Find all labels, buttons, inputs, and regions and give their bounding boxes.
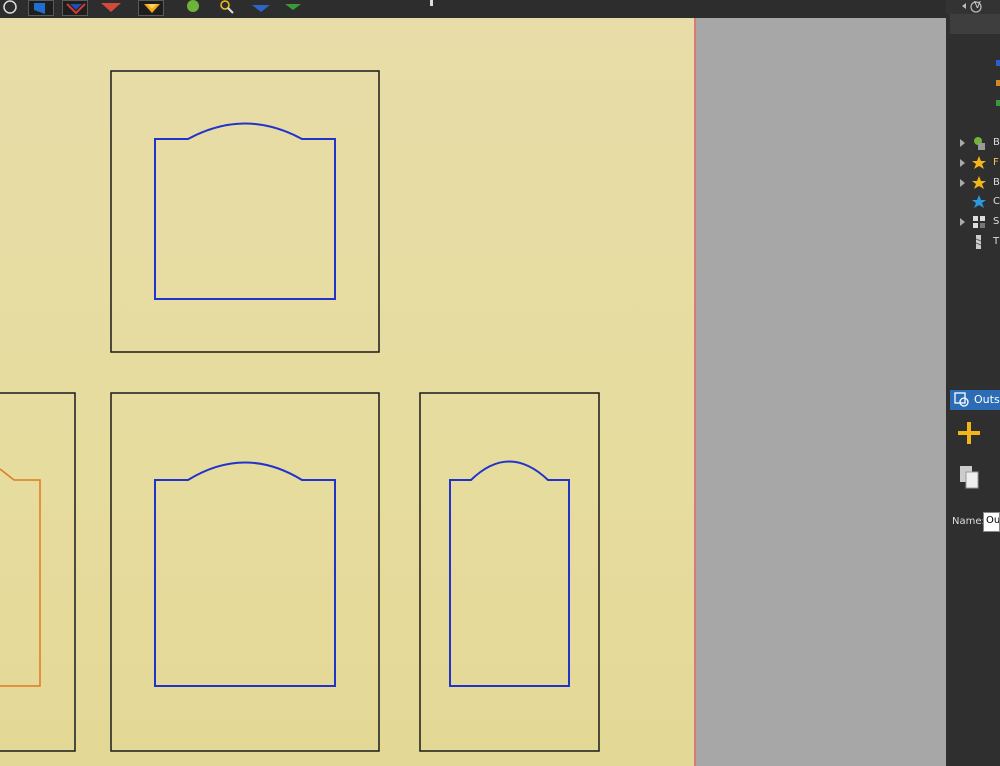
circle-tool-button[interactable] (0, 0, 26, 16)
tree-item-4[interactable]: S (960, 214, 1000, 232)
tree-item-label: T (993, 236, 1000, 247)
cathedral-profile[interactable] (449, 460, 570, 687)
green-dot-icon (187, 0, 199, 12)
red-layer-button[interactable] (98, 0, 124, 16)
add-icon[interactable] (956, 420, 986, 450)
toolbar (0, 0, 946, 18)
outside-tab-label: Outsi (974, 393, 1000, 406)
workspace-background (696, 18, 946, 766)
cathedral-profile[interactable] (154, 461, 336, 687)
tree-item-label: B (993, 177, 1000, 188)
orange-layer-icon (144, 4, 160, 13)
tree-item-label: B (993, 137, 1000, 148)
name-input[interactable]: Ou (983, 512, 1000, 532)
tree-item-2[interactable]: B (960, 175, 1000, 193)
panel-strip (950, 14, 1000, 34)
blue-layer-icon (34, 3, 45, 14)
expand-arrow-icon[interactable] (960, 139, 965, 147)
expand-arrow-icon[interactable] (960, 179, 965, 187)
star-icon (972, 156, 986, 169)
blue-diamond-icon (252, 5, 270, 12)
copy-icon[interactable] (958, 464, 988, 494)
door-panel-outline[interactable] (110, 392, 380, 752)
door-panel-outline[interactable] (110, 70, 380, 353)
orange-layer-button[interactable] (138, 0, 164, 16)
outside-profile-tab[interactable]: Outsi (950, 390, 1000, 410)
tree-item-label: F (993, 157, 999, 168)
tree-item-3[interactable]: C (960, 194, 1000, 212)
green-dot-button[interactable] (182, 0, 208, 16)
star-icon (972, 176, 986, 189)
door-panel-outline[interactable] (419, 392, 600, 752)
green-shape-icon (974, 137, 985, 150)
cursor-marker (430, 0, 433, 6)
selected-profile[interactable] (0, 468, 41, 687)
zoom-search-icon (220, 0, 234, 14)
expand-arrow-icon[interactable] (960, 218, 965, 226)
green-diamond-icon (285, 4, 301, 10)
tree-item-label: C (993, 196, 1000, 207)
green-marker (996, 100, 1000, 106)
blue-star-icon (972, 195, 986, 208)
orange-marker (996, 80, 1000, 86)
profile-toolpath-icon (954, 392, 969, 407)
door-panel-outline[interactable] (0, 392, 76, 752)
red-blue-layer-button[interactable] (62, 0, 88, 16)
tree-item-1[interactable]: F (960, 155, 1000, 173)
green-diamond-button[interactable] (282, 0, 308, 16)
tool-bit-icon (975, 235, 982, 249)
red-layer-icon (101, 3, 121, 12)
blue-layer-button[interactable] (28, 0, 54, 16)
side-panel: V B F B C S T Outsi Name: Ou (946, 0, 1000, 766)
panel-header-label: V (974, 0, 981, 11)
panel-header: V (946, 0, 1000, 14)
red-blue-layer-icon (66, 3, 86, 15)
expand-arrow-icon[interactable] (960, 159, 965, 167)
name-label: Name: (952, 516, 985, 527)
vector-drawing[interactable] (0, 18, 694, 766)
tree-item-0[interactable]: B (960, 135, 1000, 153)
tree-item-5[interactable]: T (960, 234, 1000, 252)
blue-diamond-button[interactable] (248, 0, 274, 16)
blue-marker (996, 60, 1000, 66)
tree-item-label: S (993, 216, 1000, 227)
zoom-button[interactable] (214, 0, 240, 16)
circle-tool-icon (3, 0, 17, 14)
grid-icon (973, 216, 985, 228)
cathedral-profile[interactable] (154, 122, 336, 300)
